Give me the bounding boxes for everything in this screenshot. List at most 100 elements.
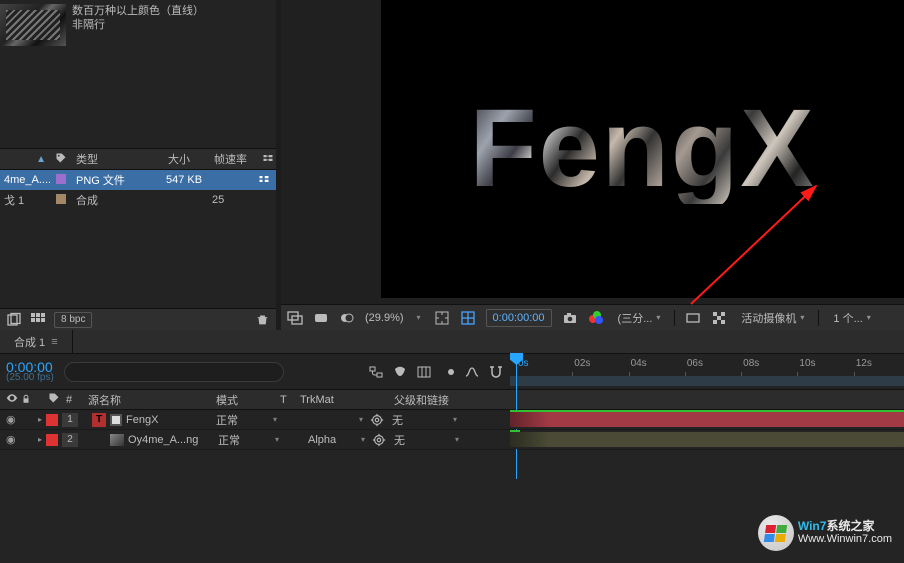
pickwhip-icon[interactable] bbox=[372, 433, 386, 447]
grid-icon[interactable] bbox=[460, 310, 476, 326]
col-mode[interactable]: 模式 bbox=[216, 392, 280, 408]
layer-thumb-icon bbox=[110, 434, 124, 446]
col-trkmat[interactable]: TrkMat bbox=[300, 394, 362, 406]
transparency-grid-icon[interactable] bbox=[711, 310, 727, 326]
pickwhip-icon[interactable] bbox=[370, 413, 384, 427]
graph-icon[interactable] bbox=[464, 364, 480, 380]
visibility-toggle[interactable]: ◉ bbox=[6, 433, 20, 446]
ruler-tick-label: 12s bbox=[856, 358, 872, 369]
timecode-display[interactable]: 0:00:00:00 bbox=[486, 309, 552, 327]
asset-thumbnail[interactable] bbox=[0, 4, 66, 46]
roi-icon[interactable] bbox=[685, 310, 701, 326]
layer-row[interactable]: ◉▸1TFengX正常▾▾无▾ bbox=[0, 410, 904, 430]
col-source[interactable]: 源名称 bbox=[88, 392, 216, 408]
eye-column-icon[interactable] bbox=[6, 392, 18, 404]
flow-icon[interactable] bbox=[258, 173, 274, 188]
label-column-icon[interactable] bbox=[48, 392, 60, 404]
resolution-dropdown[interactable]: (三分... ▾ bbox=[614, 309, 665, 327]
layer-tiny-icon bbox=[110, 414, 122, 426]
bpc-indicator[interactable]: 8 bpc bbox=[54, 312, 92, 328]
col-t[interactable]: T bbox=[280, 394, 300, 406]
asset-swatch[interactable] bbox=[50, 194, 72, 207]
trash-icon[interactable] bbox=[254, 312, 270, 328]
chevron-down-icon[interactable]: ▾ bbox=[272, 435, 282, 444]
layer-row[interactable]: ◉▸2Oy4me_A...ng正常▾Alpha▾无▾ bbox=[0, 430, 904, 450]
zoom-level[interactable]: (29.9%) bbox=[365, 312, 404, 324]
channel-icon[interactable] bbox=[588, 310, 604, 326]
magnify-icon[interactable] bbox=[287, 310, 303, 326]
timeline-search-input[interactable] bbox=[64, 362, 284, 382]
blend-mode-dropdown[interactable]: 正常 bbox=[212, 412, 266, 428]
project-row[interactable]: 4me_A....gPNG 文件547 KB bbox=[0, 170, 276, 190]
color-space-label: 数百万种以上颜色（直线） bbox=[72, 4, 204, 18]
project-row[interactable]: 戈 1合成25 bbox=[0, 190, 276, 210]
ruler-tick-label: 04s bbox=[631, 358, 647, 369]
preview-text-layer: FengX bbox=[469, 94, 815, 204]
pixel-icon[interactable] bbox=[30, 312, 46, 328]
interpret-icon[interactable] bbox=[6, 312, 22, 328]
shy-icon[interactable] bbox=[392, 364, 408, 380]
layer-color-swatch[interactable] bbox=[46, 434, 58, 446]
views-dropdown[interactable]: 1 个... ▾ bbox=[829, 309, 874, 327]
parent-dropdown[interactable]: 无 bbox=[390, 432, 448, 448]
chevron-down-icon[interactable]: ▾ bbox=[356, 415, 366, 424]
lock-column-icon[interactable] bbox=[21, 394, 31, 404]
ruler-tick-label: 08s bbox=[743, 358, 759, 369]
project-footer: 8 bpc bbox=[0, 308, 276, 330]
preview-toolbar: (29.9%) ▾ 0:00:00:00 (三分... ▾ bbox=[281, 304, 904, 330]
sort-arrow-icon[interactable]: ▲ bbox=[0, 154, 50, 165]
composition-preview[interactable]: FengX bbox=[281, 0, 904, 304]
chevron-down-icon[interactable]: ▾ bbox=[270, 415, 280, 424]
text-layer-icon: T bbox=[92, 413, 106, 427]
blend-mode-dropdown[interactable]: 正常 bbox=[214, 432, 268, 448]
timeline-columns-header: # 源名称 模式 T TrkMat 父级和链接 bbox=[0, 390, 904, 410]
camera-label: 活动摄像机 bbox=[741, 310, 796, 326]
camera-dropdown[interactable]: 活动摄像机 ▾ bbox=[737, 309, 808, 327]
project-columns-header[interactable]: ▲ 类型 大小 帧速率 bbox=[0, 148, 276, 170]
layer-clip[interactable] bbox=[510, 432, 904, 447]
expand-triangle-icon[interactable]: ▸ bbox=[38, 435, 42, 444]
layer-clip[interactable] bbox=[510, 412, 904, 427]
snapshot-icon[interactable] bbox=[562, 310, 578, 326]
interlace-label: 非隔行 bbox=[72, 18, 204, 32]
visibility-toggle[interactable]: ◉ bbox=[6, 413, 20, 426]
zoom-chevron-icon[interactable]: ▾ bbox=[414, 313, 424, 322]
chevron-down-icon[interactable]: ▾ bbox=[450, 415, 460, 424]
timeline-ruler[interactable]: 0s02s04s06s08s10s12s bbox=[510, 354, 904, 389]
chevron-down-icon: ▾ bbox=[800, 313, 804, 322]
chevron-down-icon[interactable]: ▾ bbox=[358, 435, 368, 444]
timeline-search[interactable] bbox=[64, 362, 284, 382]
watermark: Win7系统之家 Www.Winwin7.com bbox=[758, 515, 892, 551]
comp-flow-icon[interactable] bbox=[368, 364, 384, 380]
trkmat-dropdown[interactable]: Alpha bbox=[304, 434, 354, 446]
tab-menu-icon[interactable]: ≡ bbox=[51, 336, 57, 348]
work-area-bar[interactable] bbox=[510, 376, 904, 386]
project-panel: 数百万种以上颜色（直线） 非隔行 ▲ 类型 大小 帧速率 4me_A....gP… bbox=[0, 0, 276, 330]
chevron-down-icon[interactable]: ▾ bbox=[452, 435, 462, 444]
timeline-tab[interactable]: 合成 1 ≡ bbox=[0, 330, 73, 353]
layer-name[interactable]: FengX bbox=[126, 414, 208, 426]
layer-name[interactable]: Oy4me_A...ng bbox=[128, 434, 210, 446]
layer-color-swatch[interactable] bbox=[46, 414, 58, 426]
asset-type: 合成 bbox=[72, 192, 166, 208]
alpha-icon[interactable] bbox=[313, 310, 329, 326]
label-column-icon[interactable] bbox=[50, 152, 72, 167]
col-type[interactable]: 类型 bbox=[72, 151, 168, 167]
col-parent[interactable]: 父级和链接 bbox=[394, 392, 504, 408]
snap-icon[interactable] bbox=[488, 364, 504, 380]
asset-meta: 数百万种以上颜色（直线） 非隔行 bbox=[66, 0, 210, 50]
parent-dropdown[interactable]: 无 bbox=[388, 412, 446, 428]
col-index[interactable]: # bbox=[66, 394, 88, 406]
mask-icon[interactable] bbox=[339, 310, 355, 326]
ruler-tick-label: 02s bbox=[574, 358, 590, 369]
motion-blur-icon[interactable] bbox=[440, 364, 456, 380]
ruler-tick-label: 06s bbox=[687, 358, 703, 369]
safe-zones-icon[interactable] bbox=[434, 310, 450, 326]
col-fps[interactable]: 帧速率 bbox=[214, 151, 260, 167]
frame-blend-icon[interactable] bbox=[416, 364, 432, 380]
flow-column-icon[interactable] bbox=[260, 152, 276, 167]
asset-swatch[interactable] bbox=[50, 174, 72, 187]
col-size[interactable]: 大小 bbox=[168, 151, 214, 167]
expand-triangle-icon[interactable]: ▸ bbox=[38, 415, 42, 424]
asset-type: PNG 文件 bbox=[72, 172, 166, 188]
